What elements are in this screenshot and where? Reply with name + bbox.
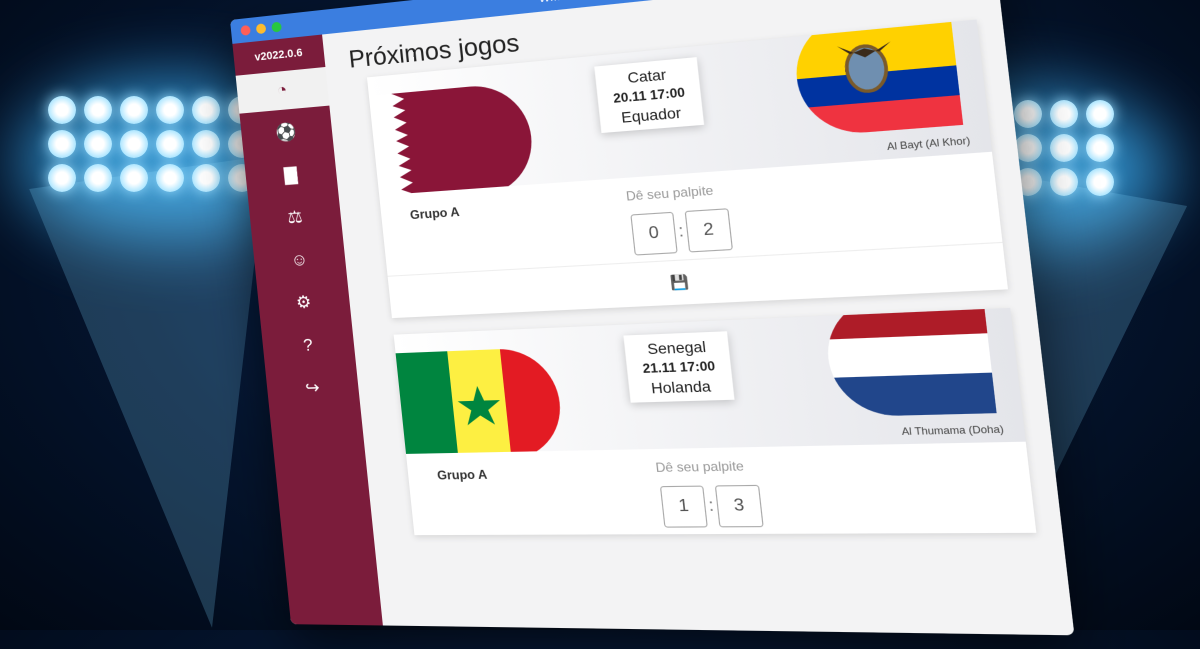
- left-lamp: [84, 164, 112, 192]
- sidebar-item-soccer-ball[interactable]: ⚽: [240, 110, 334, 156]
- match-info: Senegal 21.11 17:00 Holanda: [623, 331, 735, 402]
- sidebar-item-scale[interactable]: ⚖: [248, 195, 342, 240]
- left-lamp: [156, 96, 184, 124]
- away-score-input[interactable]: 3: [715, 485, 764, 528]
- group-label: Grupo A: [409, 204, 460, 222]
- right-lamp: [1086, 134, 1114, 162]
- left-lamp: [120, 96, 148, 124]
- left-lamp: [156, 164, 184, 192]
- away-score-input[interactable]: 2: [685, 208, 733, 252]
- help-icon: ?: [302, 335, 313, 356]
- gear-icon: ⚙: [295, 292, 312, 313]
- sidebar-item-logout[interactable]: ↪: [265, 367, 360, 409]
- left-lamp: [84, 96, 112, 124]
- sidebar-item-help[interactable]: ?: [261, 324, 356, 366]
- left-lamp: [192, 164, 220, 192]
- qatar-flag-icon: [369, 82, 537, 196]
- dashboard-icon: ◔: [276, 80, 288, 101]
- main-content: Próximos jogos Catar 20.11 17:00 Equador: [322, 0, 1074, 635]
- senegal-flag-icon: [396, 347, 566, 454]
- home-score-input[interactable]: 0: [630, 212, 677, 256]
- ecuador-flag-icon: [790, 20, 963, 138]
- score-inputs: 1 : 3: [660, 485, 764, 528]
- match-card: Senegal 21.11 17:00 Holanda Al Thumama (…: [394, 308, 1037, 535]
- match-banner: Senegal 21.11 17:00 Holanda Al Thumama (…: [394, 308, 1026, 454]
- prediction-area: Grupo A Dê seu palpite 1 : 3: [406, 442, 1036, 535]
- scale-icon: ⚖: [287, 207, 304, 228]
- left-lamp: [156, 130, 184, 158]
- sidebar-item-dashboard[interactable]: ◔: [236, 67, 330, 114]
- left-lamp: [120, 164, 148, 192]
- match-card: Catar 20.11 17:00 Equador Al Bayt (Al Kh…: [367, 20, 1008, 319]
- left-lamp: [84, 130, 112, 158]
- netherlands-flag-icon: [822, 308, 997, 417]
- match-datetime: 21.11 17:00: [642, 356, 716, 378]
- venue-label: Al Bayt (Al Khor): [886, 135, 970, 153]
- home-team-name: Senegal: [640, 336, 714, 358]
- right-lamp: [1050, 134, 1078, 162]
- app-window: WM 2022 - Bolao ··· v2022.0.6 ◔⚽▇⚖☺⚙?↪ P…: [230, 0, 1074, 635]
- user-circle-icon: ☺: [290, 250, 309, 271]
- right-lamp: [1050, 100, 1078, 128]
- right-lamp: [1050, 168, 1078, 196]
- right-lamp: [1086, 100, 1114, 128]
- score-inputs: 0 : 2: [630, 208, 733, 255]
- group-label: Grupo A: [436, 467, 487, 482]
- prediction-label: Dê seu palpite: [625, 183, 714, 204]
- away-team-name: Holanda: [644, 376, 718, 398]
- podium-icon: ▇: [283, 165, 298, 186]
- right-lamp: [1014, 100, 1042, 128]
- left-lamp: [120, 130, 148, 158]
- match-info: Catar 20.11 17:00 Equador: [594, 57, 704, 133]
- home-score-input[interactable]: 1: [660, 486, 708, 528]
- soccer-ball-icon: ⚽: [275, 122, 298, 144]
- venue-label: Al Thumama (Doha): [901, 423, 1004, 437]
- right-lamp: [1086, 168, 1114, 196]
- prediction-label: Dê seu palpite: [655, 458, 745, 475]
- left-lamp: [192, 96, 220, 124]
- save-icon: 💾: [670, 273, 690, 291]
- left-lamp: [192, 130, 220, 158]
- left-lamp: [48, 164, 76, 192]
- sidebar-item-user-circle[interactable]: ☺: [253, 238, 347, 282]
- sidebar-item-podium[interactable]: ▇: [244, 152, 338, 197]
- floodlight-left: [48, 96, 258, 192]
- logout-icon: ↪: [304, 378, 320, 399]
- left-lamp: [48, 130, 76, 158]
- sidebar-item-gear[interactable]: ⚙: [257, 281, 352, 324]
- left-lamp: [48, 96, 76, 124]
